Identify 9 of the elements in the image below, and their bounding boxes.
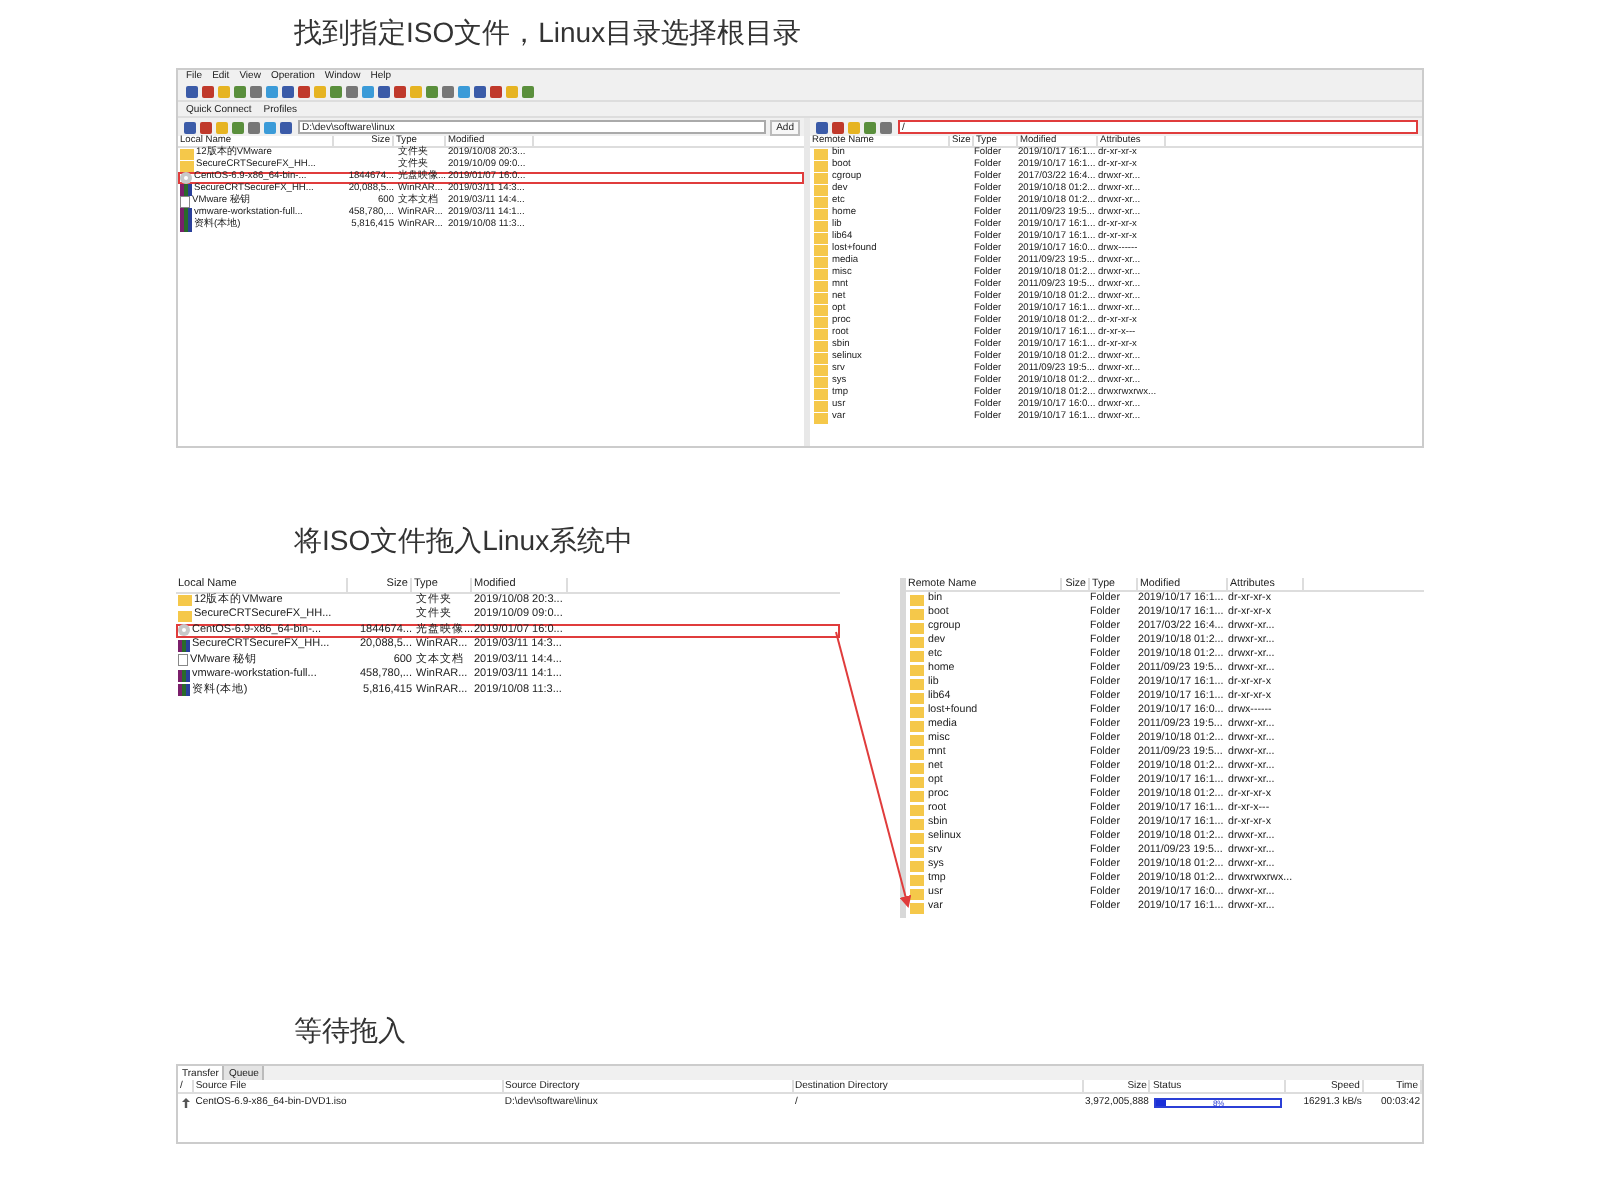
section-heading: 等待拖入 xyxy=(292,1012,408,1050)
toolbar-icons-drawing[interactable] xyxy=(182,121,294,133)
toolbar-icons-drawing[interactable] xyxy=(814,121,894,133)
section-heading: 找到指定ISO文件，Linux目录选择根目录 xyxy=(292,14,804,52)
archive-icon xyxy=(178,639,190,652)
section-heading: 将ISO文件拖入Linux系统中 xyxy=(292,522,636,560)
upload-icon xyxy=(181,1097,190,1107)
archive-icon xyxy=(180,184,192,196)
toolbar-icons-drawing[interactable] xyxy=(184,86,536,98)
